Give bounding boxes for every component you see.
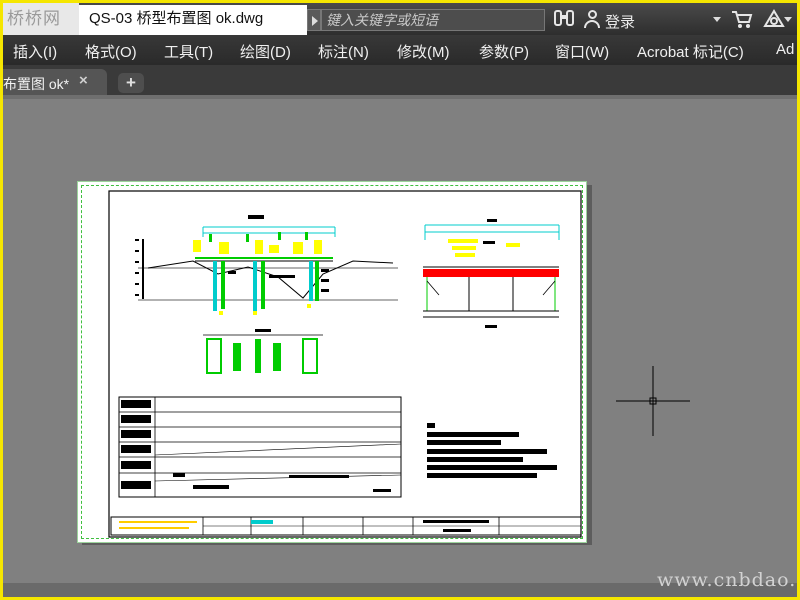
close-icon[interactable]: × xyxy=(79,72,88,89)
file-tab[interactable]: 布置图 ok* × xyxy=(3,69,107,95)
search-input[interactable]: 键入关键字或短语 xyxy=(321,9,545,31)
chevron-down-icon[interactable] xyxy=(713,17,721,22)
binoculars-icon[interactable] xyxy=(551,9,577,29)
file-tab-label: 布置图 ok* xyxy=(3,76,70,92)
cart-icon[interactable] xyxy=(731,9,753,31)
drawing-border xyxy=(108,190,582,538)
menu-window[interactable]: 窗口(W) xyxy=(555,41,609,62)
logo: 桥桥网 xyxy=(3,3,79,35)
chevron-down-icon[interactable] xyxy=(784,17,792,22)
file-tab-bar: 布置图 ok* × + xyxy=(3,65,797,95)
menu-draw[interactable]: 绘图(D) xyxy=(240,41,291,62)
crosshair-cursor xyxy=(616,366,690,436)
new-tab-button[interactable]: + xyxy=(118,73,144,93)
user-icon[interactable] xyxy=(583,10,601,30)
menu-acrobat-markup[interactable]: Acrobat 标记(C) xyxy=(637,41,744,62)
login-label[interactable]: 登录 xyxy=(605,11,635,32)
window: 桥桥网 QS-03 桥型布置图 ok.dwg 键入关键字或短语 登录 插入(I)… xyxy=(3,3,797,597)
pier-details xyxy=(203,334,323,374)
menu-tools[interactable]: 工具(T) xyxy=(164,41,213,62)
notes-block xyxy=(427,423,557,478)
elevation-view xyxy=(135,215,398,332)
drawing-content xyxy=(108,190,690,538)
cross-section-view xyxy=(423,219,560,328)
search-expand-button[interactable] xyxy=(307,9,321,31)
document-title: QS-03 桥型布置图 ok.dwg xyxy=(79,5,307,35)
menu-dimension[interactable]: 标注(N) xyxy=(318,41,369,62)
drawing-canvas[interactable] xyxy=(3,99,797,583)
menu-insert[interactable]: 插入(I) xyxy=(13,41,57,62)
menu-bar: 插入(I) 格式(O) 工具(T) 绘图(D) 标注(N) 修改(M) 参数(P… xyxy=(3,35,797,65)
data-table xyxy=(118,396,402,498)
menu-modify[interactable]: 修改(M) xyxy=(397,41,450,62)
menu-parametric[interactable]: 参数(P) xyxy=(479,41,529,62)
title-block xyxy=(110,516,582,536)
watermark: www.cnbdao.com xyxy=(657,569,797,591)
menu-format[interactable]: 格式(O) xyxy=(85,41,137,62)
title-bar: 桥桥网 QS-03 桥型布置图 ok.dwg 键入关键字或短语 登录 xyxy=(3,3,797,35)
a360-icon[interactable] xyxy=(763,9,785,31)
menu-ad[interactable]: Ad xyxy=(776,41,794,58)
